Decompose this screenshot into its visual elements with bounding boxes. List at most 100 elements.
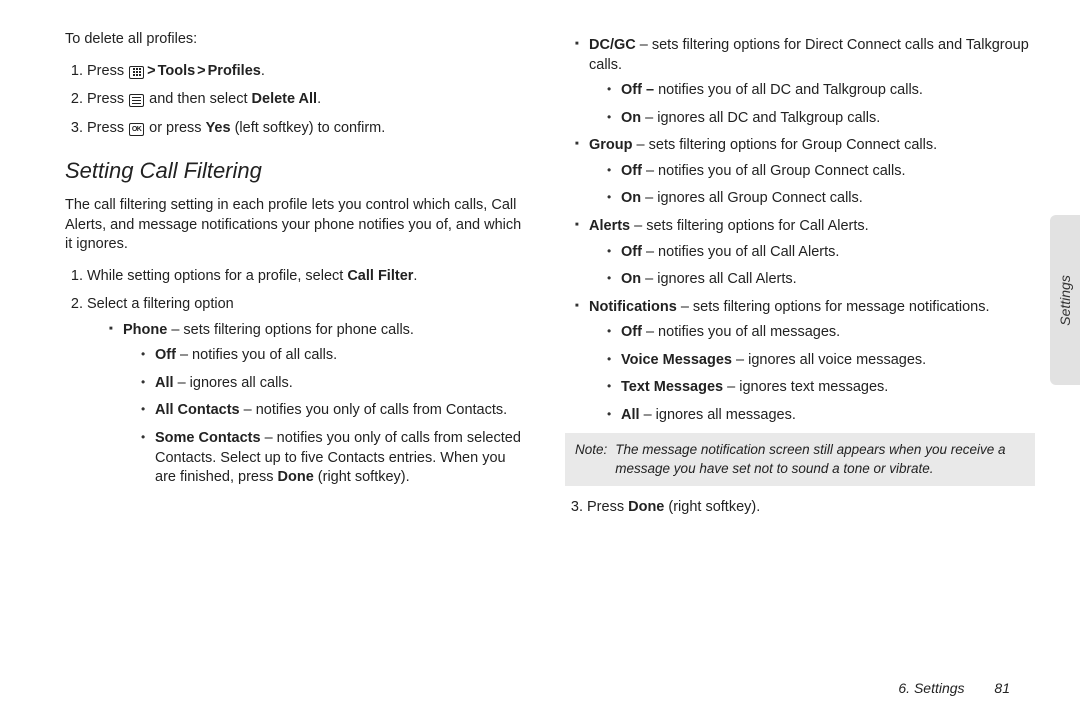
lbl: On — [621, 190, 641, 206]
group-on: On – ignores all Group Connect calls. — [607, 189, 1035, 209]
lbl: Off — [621, 244, 642, 260]
option-phone: Phone – sets filtering options for phone… — [109, 321, 525, 488]
done-label: Done — [628, 499, 664, 515]
txt: – notifies you only of calls from Contac… — [244, 402, 508, 418]
lbl: Off – — [621, 82, 654, 98]
txt: – sets filtering options for Call Alerts… — [634, 218, 869, 234]
alerts-sub: Off – notifies you of all Call Alerts. O… — [589, 243, 1035, 290]
txt: or press — [149, 120, 201, 136]
txt: – ignores all voice messages. — [736, 352, 926, 368]
phone-label: Phone — [123, 322, 167, 338]
txt: – ignores all calls. — [178, 375, 293, 391]
txt: – notifies you of all Group Connect call… — [646, 163, 906, 179]
lbl: All — [621, 407, 640, 423]
txt: – notifies you of all calls. — [180, 347, 337, 363]
lbl: Some Contacts — [155, 430, 261, 446]
note-box: Note: The message notification screen st… — [565, 433, 1035, 485]
txt: Press — [87, 91, 124, 107]
lbl: DC/GC — [589, 37, 636, 53]
lbl: Off — [155, 347, 176, 363]
txt: – sets filtering options for Direct Conn… — [589, 37, 1029, 73]
profiles-label: Profiles — [208, 63, 261, 79]
page-footer: 6. Settings 81 — [898, 679, 1010, 698]
notif-off: Off – notifies you of all messages. — [607, 323, 1035, 343]
lbl: On — [621, 110, 641, 126]
lbl: Group — [589, 137, 633, 153]
lbl: Notifications — [589, 299, 677, 315]
txt: – ignores all Group Connect calls. — [645, 190, 863, 206]
txt: Select a filtering option — [87, 296, 234, 312]
txt: and then select — [149, 91, 247, 107]
lbl: Off — [621, 324, 642, 340]
filter-intro: The call filtering setting in each profi… — [65, 196, 525, 255]
filter-step-2: Select a filtering option Phone – sets f… — [87, 295, 525, 488]
txt: Press — [87, 120, 124, 136]
left-column: To delete all profiles: Press >Tools>Pro… — [65, 30, 525, 526]
txt: – ignores all DC and Talkgroup calls. — [645, 110, 880, 126]
txt: While setting options for a profile, sel… — [87, 268, 343, 284]
footer-section: 6. Settings — [898, 680, 964, 696]
txt: Press — [87, 63, 124, 79]
txt: (right softkey). — [668, 499, 760, 515]
delete-profiles-heading: To delete all profiles: — [65, 30, 525, 50]
phone-sub: Off – notifies you of all calls. All – i… — [123, 346, 525, 487]
delete-steps: Press >Tools>Profiles. Press and then se… — [65, 62, 525, 139]
alerts-off: Off – notifies you of all Call Alerts. — [607, 243, 1035, 263]
lbl: Off — [621, 163, 642, 179]
tools-label: Tools — [158, 63, 196, 79]
gt-icon: > — [147, 63, 155, 79]
right-options: DC/GC – sets filtering options for Direc… — [565, 36, 1035, 425]
grid-key-icon — [129, 66, 144, 79]
group-off: Off – notifies you of all Group Connect … — [607, 162, 1035, 182]
ok-key-icon: OK — [129, 123, 144, 136]
note-text: The message notification screen still ap… — [615, 441, 1025, 477]
notif-all: All – ignores all messages. — [607, 406, 1035, 426]
txt: – sets filtering options for phone calls… — [171, 322, 414, 338]
txt: – sets filtering options for message not… — [681, 299, 990, 315]
txt: – notifies you of all messages. — [646, 324, 840, 340]
lbl: All — [155, 375, 174, 391]
section-heading: Setting Call Filtering — [65, 156, 525, 186]
delete-step-2: Press and then select Delete All. — [87, 90, 525, 110]
lbl: On — [621, 271, 641, 287]
note-label: Note: — [575, 441, 607, 477]
notifications-sub: Off – notifies you of all messages. Voic… — [589, 323, 1035, 425]
right-column: DC/GC – sets filtering options for Direc… — [565, 30, 1035, 526]
txt: – ignores all Call Alerts. — [645, 271, 797, 287]
filter-step-3: Press Done (right softkey). — [587, 498, 1035, 518]
lbl: Text Messages — [621, 379, 723, 395]
lbl: All Contacts — [155, 402, 240, 418]
txt: – ignores all messages. — [644, 407, 796, 423]
alerts-on: On – ignores all Call Alerts. — [607, 270, 1035, 290]
txt: notifies you of all DC and Talkgroup cal… — [658, 82, 923, 98]
group-sub: Off – notifies you of all Group Connect … — [589, 162, 1035, 209]
side-tab-label: Settings — [1056, 275, 1075, 326]
gt-icon: > — [197, 63, 205, 79]
done-label: Done — [278, 469, 314, 485]
lbl: Alerts — [589, 218, 630, 234]
menu-key-icon — [129, 94, 144, 107]
delete-all-label: Delete All — [252, 91, 318, 107]
txt: – sets filtering options for Group Conne… — [637, 137, 938, 153]
filter-step-1: While setting options for a profile, sel… — [87, 267, 525, 287]
footer-page-number: 81 — [994, 680, 1010, 696]
dcgc-on: On – ignores all DC and Talkgroup calls. — [607, 109, 1035, 129]
dcgc-off: Off – notifies you of all DC and Talkgro… — [607, 81, 1035, 101]
txt: Press — [587, 499, 624, 515]
phone-somecontacts: Some Contacts – notifies you only of cal… — [141, 429, 525, 488]
notif-voice: Voice Messages – ignores all voice messa… — [607, 351, 1035, 371]
option-dcgc: DC/GC – sets filtering options for Direc… — [575, 36, 1035, 128]
delete-step-3: Press OK or press Yes (left softkey) to … — [87, 119, 525, 139]
delete-step-1: Press >Tools>Profiles. — [87, 62, 525, 82]
filter-steps: While setting options for a profile, sel… — [65, 267, 525, 488]
option-group: Group – sets filtering options for Group… — [575, 136, 1035, 209]
txt: – notifies you of all Call Alerts. — [646, 244, 839, 260]
yes-label: Yes — [206, 120, 231, 136]
txt: (right softkey). — [318, 469, 410, 485]
phone-all: All – ignores all calls. — [141, 374, 525, 394]
manual-page: To delete all profiles: Press >Tools>Pro… — [0, 0, 1080, 526]
dcgc-sub: Off – notifies you of all DC and Talkgro… — [589, 81, 1035, 128]
filter-step-3-list: Press Done (right softkey). — [565, 498, 1035, 518]
notif-text: Text Messages – ignores text messages. — [607, 378, 1035, 398]
option-alerts: Alerts – sets filtering options for Call… — [575, 217, 1035, 290]
